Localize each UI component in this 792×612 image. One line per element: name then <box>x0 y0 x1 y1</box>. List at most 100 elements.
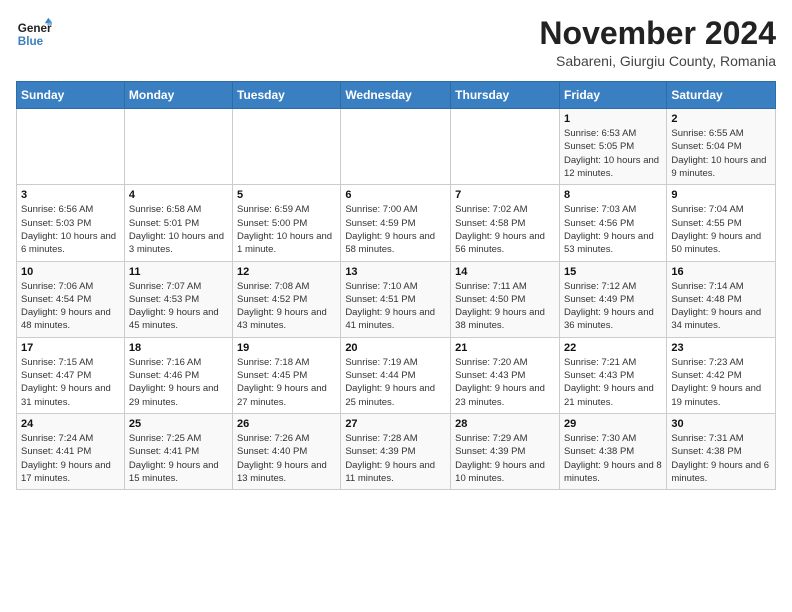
day-info: Sunrise: 6:58 AM Sunset: 5:01 PM Dayligh… <box>129 203 228 256</box>
day-number: 20 <box>345 342 446 354</box>
day-info: Sunrise: 7:06 AM Sunset: 4:54 PM Dayligh… <box>21 280 120 333</box>
calendar-cell: 27Sunrise: 7:28 AM Sunset: 4:39 PM Dayli… <box>341 413 451 489</box>
calendar-week-2: 3 Sunrise: 6:56 AM Sunset: 5:03 PM Daylig… <box>17 185 776 261</box>
day-info: Sunrise: 7:23 AM Sunset: 4:42 PM Dayligh… <box>671 356 771 409</box>
calendar-cell: 28Sunrise: 7:29 AM Sunset: 4:39 PM Dayli… <box>451 413 560 489</box>
day-info: Sunrise: 6:55 AM Sunset: 5:04 PM Dayligh… <box>671 127 771 180</box>
day-number: 13 <box>345 266 446 278</box>
calendar-cell: 17 Sunrise: 7:15 AM Sunset: 4:47 PM Dayli… <box>17 337 125 413</box>
column-header-sunday: Sunday <box>17 82 125 109</box>
day-info: Sunrise: 6:53 AM Sunset: 5:05 PM Dayligh… <box>564 127 662 180</box>
calendar-cell <box>451 109 560 185</box>
header: General Blue November 2024 Sabareni, Giu… <box>16 16 776 69</box>
column-header-friday: Friday <box>559 82 666 109</box>
calendar-cell: 14 Sunrise: 7:11 AM Sunset: 4:50 PM Dayli… <box>451 261 560 337</box>
calendar-cell: 6 Sunrise: 7:00 AM Sunset: 4:59 PM Daylig… <box>341 185 451 261</box>
calendar-cell: 24Sunrise: 7:24 AM Sunset: 4:41 PM Dayli… <box>17 413 125 489</box>
day-number: 3 <box>21 189 120 201</box>
day-number: 17 <box>21 342 120 354</box>
column-header-wednesday: Wednesday <box>341 82 451 109</box>
day-number: 23 <box>671 342 771 354</box>
day-number: 25 <box>129 418 228 430</box>
calendar-cell: 20 Sunrise: 7:19 AM Sunset: 4:44 PM Dayli… <box>341 337 451 413</box>
day-info: Sunrise: 7:25 AM Sunset: 4:41 PM Dayligh… <box>129 432 228 485</box>
calendar-cell: 21Sunrise: 7:20 AM Sunset: 4:43 PM Dayli… <box>451 337 560 413</box>
day-info: Sunrise: 6:59 AM Sunset: 5:00 PM Dayligh… <box>237 203 336 256</box>
calendar-cell: 12 Sunrise: 7:08 AM Sunset: 4:52 PM Dayli… <box>233 261 341 337</box>
svg-text:Blue: Blue <box>18 35 44 48</box>
day-number: 15 <box>564 266 662 278</box>
day-number: 12 <box>237 266 336 278</box>
day-number: 27 <box>345 418 446 430</box>
calendar-cell: 25 Sunrise: 7:25 AM Sunset: 4:41 PM Dayli… <box>124 413 232 489</box>
calendar-cell: 1 Sunrise: 6:53 AM Sunset: 5:05 PM Daylig… <box>559 109 666 185</box>
day-number: 1 <box>564 113 662 125</box>
day-number: 10 <box>21 266 120 278</box>
day-number: 22 <box>564 342 662 354</box>
calendar-cell: 4 Sunrise: 6:58 AM Sunset: 5:01 PM Daylig… <box>124 185 232 261</box>
calendar-cell: 3 Sunrise: 6:56 AM Sunset: 5:03 PM Daylig… <box>17 185 125 261</box>
day-number: 26 <box>237 418 336 430</box>
day-info: Sunrise: 7:14 AM Sunset: 4:48 PM Dayligh… <box>671 280 771 333</box>
calendar-cell: 5 Sunrise: 6:59 AM Sunset: 5:00 PM Daylig… <box>233 185 341 261</box>
day-info: Sunrise: 7:08 AM Sunset: 4:52 PM Dayligh… <box>237 280 336 333</box>
day-info: Sunrise: 7:19 AM Sunset: 4:44 PM Dayligh… <box>345 356 446 409</box>
day-number: 4 <box>129 189 228 201</box>
day-number: 24 <box>21 418 120 430</box>
day-info: Sunrise: 7:29 AM Sunset: 4:39 PM Dayligh… <box>455 432 555 485</box>
day-info: Sunrise: 7:02 AM Sunset: 4:58 PM Dayligh… <box>455 203 555 256</box>
calendar-cell: 7Sunrise: 7:02 AM Sunset: 4:58 PM Daylig… <box>451 185 560 261</box>
day-info: Sunrise: 7:10 AM Sunset: 4:51 PM Dayligh… <box>345 280 446 333</box>
calendar-cell <box>124 109 232 185</box>
day-info: Sunrise: 7:31 AM Sunset: 4:38 PM Dayligh… <box>671 432 771 485</box>
column-header-tuesday: Tuesday <box>233 82 341 109</box>
calendar-header-row: SundayMondayTuesdayWednesdayThursdayFrid… <box>17 82 776 109</box>
calendar-week-5: 24Sunrise: 7:24 AM Sunset: 4:41 PM Dayli… <box>17 413 776 489</box>
calendar-cell: 16 Sunrise: 7:14 AM Sunset: 4:48 PM Dayli… <box>667 261 776 337</box>
calendar-cell <box>233 109 341 185</box>
day-number: 5 <box>237 189 336 201</box>
day-number: 8 <box>564 189 662 201</box>
day-info: Sunrise: 7:03 AM Sunset: 4:56 PM Dayligh… <box>564 203 662 256</box>
calendar-cell: 29Sunrise: 7:30 AM Sunset: 4:38 PM Dayli… <box>559 413 666 489</box>
day-info: Sunrise: 7:30 AM Sunset: 4:38 PM Dayligh… <box>564 432 662 485</box>
day-info: Sunrise: 7:15 AM Sunset: 4:47 PM Dayligh… <box>21 356 120 409</box>
column-header-saturday: Saturday <box>667 82 776 109</box>
day-number: 30 <box>671 418 771 430</box>
day-number: 2 <box>671 113 771 125</box>
calendar-cell: 23 Sunrise: 7:23 AM Sunset: 4:42 PM Dayli… <box>667 337 776 413</box>
day-number: 19 <box>237 342 336 354</box>
day-info: Sunrise: 7:26 AM Sunset: 4:40 PM Dayligh… <box>237 432 336 485</box>
day-info: Sunrise: 7:18 AM Sunset: 4:45 PM Dayligh… <box>237 356 336 409</box>
day-info: Sunrise: 6:56 AM Sunset: 5:03 PM Dayligh… <box>21 203 120 256</box>
day-number: 9 <box>671 189 771 201</box>
day-info: Sunrise: 7:16 AM Sunset: 4:46 PM Dayligh… <box>129 356 228 409</box>
calendar-cell: 22 Sunrise: 7:21 AM Sunset: 4:43 PM Dayli… <box>559 337 666 413</box>
calendar-cell <box>17 109 125 185</box>
day-number: 14 <box>455 266 555 278</box>
calendar-cell: 9 Sunrise: 7:04 AM Sunset: 4:55 PM Daylig… <box>667 185 776 261</box>
day-info: Sunrise: 7:21 AM Sunset: 4:43 PM Dayligh… <box>564 356 662 409</box>
day-number: 21 <box>455 342 555 354</box>
day-info: Sunrise: 7:04 AM Sunset: 4:55 PM Dayligh… <box>671 203 771 256</box>
location-subtitle: Sabareni, Giurgiu County, Romania <box>539 53 776 69</box>
day-info: Sunrise: 7:00 AM Sunset: 4:59 PM Dayligh… <box>345 203 446 256</box>
logo-icon: General Blue <box>16 16 52 52</box>
month-title: November 2024 <box>539 16 776 51</box>
calendar-cell: 19 Sunrise: 7:18 AM Sunset: 4:45 PM Dayli… <box>233 337 341 413</box>
calendar-cell: 30 Sunrise: 7:31 AM Sunset: 4:38 PM Dayli… <box>667 413 776 489</box>
calendar-cell: 8 Sunrise: 7:03 AM Sunset: 4:56 PM Daylig… <box>559 185 666 261</box>
calendar-cell: 10 Sunrise: 7:06 AM Sunset: 4:54 PM Dayli… <box>17 261 125 337</box>
day-number: 16 <box>671 266 771 278</box>
column-header-monday: Monday <box>124 82 232 109</box>
calendar-cell: 18Sunrise: 7:16 AM Sunset: 4:46 PM Dayli… <box>124 337 232 413</box>
day-info: Sunrise: 7:12 AM Sunset: 4:49 PM Dayligh… <box>564 280 662 333</box>
calendar-table: SundayMondayTuesdayWednesdayThursdayFrid… <box>16 81 776 490</box>
calendar-week-4: 17 Sunrise: 7:15 AM Sunset: 4:47 PM Dayli… <box>17 337 776 413</box>
calendar-cell: 2 Sunrise: 6:55 AM Sunset: 5:04 PM Daylig… <box>667 109 776 185</box>
calendar-cell: 11Sunrise: 7:07 AM Sunset: 4:53 PM Dayli… <box>124 261 232 337</box>
column-header-thursday: Thursday <box>451 82 560 109</box>
day-info: Sunrise: 7:11 AM Sunset: 4:50 PM Dayligh… <box>455 280 555 333</box>
day-number: 6 <box>345 189 446 201</box>
calendar-week-1: 1 Sunrise: 6:53 AM Sunset: 5:05 PM Daylig… <box>17 109 776 185</box>
